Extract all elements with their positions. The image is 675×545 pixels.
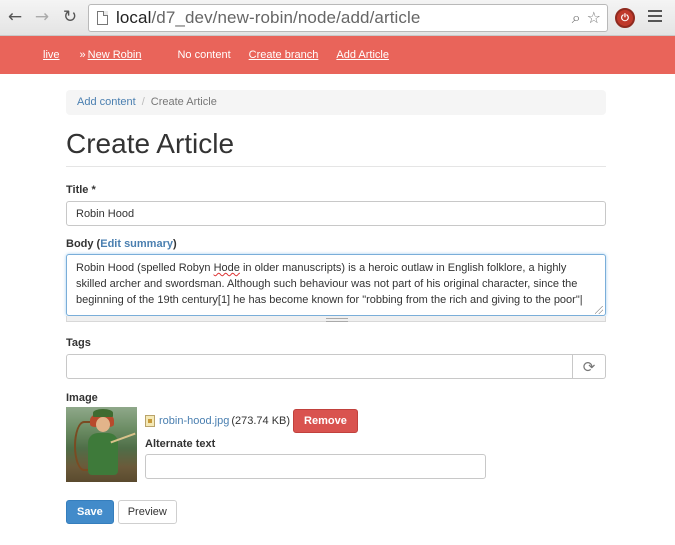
url-host: local xyxy=(116,8,152,27)
tags-label: Tags xyxy=(66,337,91,349)
url-text[interactable]: local/d7_dev/new-robin/node/add/article xyxy=(116,8,420,28)
refresh-icon: ⟳ xyxy=(582,357,596,376)
admin-link-live[interactable]: live xyxy=(43,49,60,61)
admin-bar: live» New Robin No content Create branch … xyxy=(0,36,675,74)
textarea-grippie[interactable] xyxy=(66,316,606,322)
back-button[interactable]: ← xyxy=(4,6,26,28)
breadcrumb-sep: / xyxy=(141,96,145,108)
admin-no-content: No content xyxy=(177,49,231,61)
forward-button[interactable]: → xyxy=(31,6,53,28)
body-label-text: Body ( xyxy=(66,238,101,250)
admin-breadcrumb: live » New Robin xyxy=(43,49,159,61)
page-title: Create Article xyxy=(66,128,606,167)
edit-summary-link[interactable]: Edit summary xyxy=(100,238,173,250)
alt-text-label: Alternate text xyxy=(145,438,216,450)
image-thumbnail xyxy=(66,407,137,482)
body-misspelled-word: Hode xyxy=(213,262,240,274)
main-content: Add content / Create Article Create Articl… xyxy=(66,74,606,524)
save-button[interactable]: Save xyxy=(66,500,114,524)
preview-button[interactable]: Preview xyxy=(117,500,177,524)
reload-icon: ↻ xyxy=(62,7,78,27)
tags-field: ⟳ xyxy=(66,354,606,379)
image-label: Image xyxy=(66,392,98,404)
admin-breadcrumb-sep: » xyxy=(79,49,86,61)
file-size: (273.74 KB) xyxy=(231,415,291,427)
reload-button[interactable]: ↻ xyxy=(59,6,81,28)
page-icon xyxy=(97,11,108,25)
arrow-left-icon: ← xyxy=(7,7,23,27)
bookmark-star-icon[interactable]: ☆ xyxy=(587,8,601,28)
admin-link-add-article[interactable]: Add Article xyxy=(336,49,389,61)
admin-link-create-branch[interactable]: Create branch xyxy=(249,49,319,61)
breadcrumb-add-content[interactable]: Add content xyxy=(77,96,136,108)
alt-text-input[interactable] xyxy=(145,454,486,479)
breadcrumb: Add content / Create Article xyxy=(66,90,606,115)
image-field: robin-hood.jpg (273.74 KB) Remove Altern… xyxy=(66,407,606,482)
body-label: Body (Edit summary) xyxy=(66,238,606,250)
remove-button[interactable]: Remove xyxy=(293,409,358,433)
file-link[interactable]: robin-hood.jpg xyxy=(159,415,229,427)
body-textarea[interactable]: Robin Hood (spelled Robyn Hode in older … xyxy=(66,254,606,316)
tags-refresh-button[interactable]: ⟳ xyxy=(573,354,606,379)
body-text-part1: Robin Hood (spelled Robyn xyxy=(76,262,214,274)
browser-menu-icon[interactable] xyxy=(648,10,662,25)
body-label-suffix: ) xyxy=(172,238,177,250)
title-label: Title * xyxy=(66,184,96,196)
image-file-icon xyxy=(145,415,155,427)
title-input-value: Robin Hood xyxy=(76,207,135,220)
title-input[interactable]: Robin Hood xyxy=(66,201,606,226)
admin-link-new-robin[interactable]: New Robin xyxy=(88,49,142,61)
resize-handle-icon[interactable] xyxy=(595,306,603,314)
form-actions: Save Preview xyxy=(66,500,606,524)
text-cursor: | xyxy=(579,294,583,306)
breadcrumb-current: Create Article xyxy=(150,96,217,108)
extension-icon[interactable]: ⏻ xyxy=(615,8,635,28)
url-path: /d7_dev/new-robin/node/add/article xyxy=(151,8,421,27)
arrow-right-icon: → xyxy=(34,7,50,27)
file-info: robin-hood.jpg (273.74 KB) Remove Altern… xyxy=(145,407,486,482)
tags-input[interactable] xyxy=(66,354,573,379)
address-bar[interactable]: local/d7_dev/new-robin/node/add/article … xyxy=(88,4,608,32)
body-field: Robin Hood (spelled Robyn Hode in older … xyxy=(66,254,606,322)
zoom-icon[interactable]: ⌕ xyxy=(572,8,581,28)
browser-toolbar: ← → ↻ local/d7_dev/new-robin/node/add/ar… xyxy=(0,0,675,36)
